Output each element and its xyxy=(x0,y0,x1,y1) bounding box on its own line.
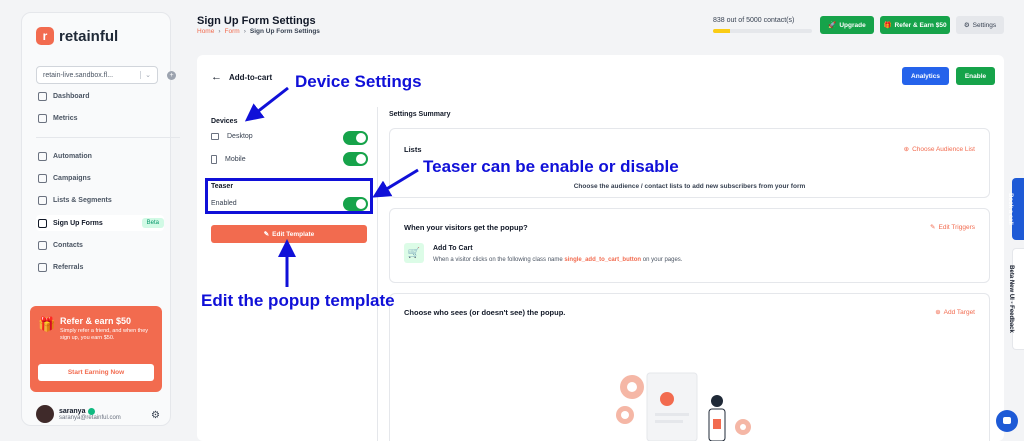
arrow-device xyxy=(244,86,289,122)
annotation-arrows xyxy=(244,86,419,287)
arrow-teaser xyxy=(372,168,419,198)
